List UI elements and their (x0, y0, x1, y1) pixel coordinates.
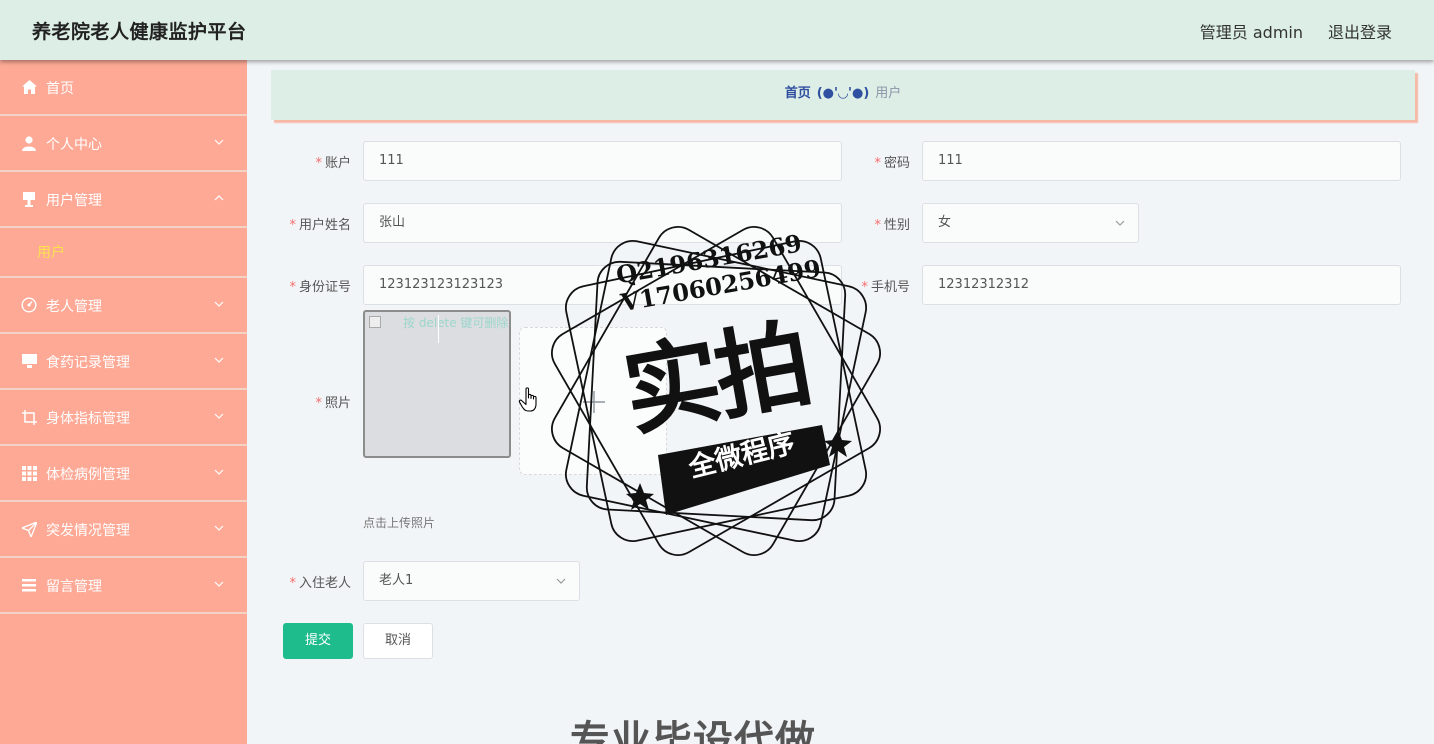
grid-icon (21, 465, 37, 481)
chevron-down-icon (214, 301, 224, 307)
crop-icon (21, 409, 37, 425)
bottom-watermark: 专业毕设代做 (570, 718, 816, 744)
account-label: * 账户 (315, 156, 351, 171)
chevron-down-icon (214, 469, 224, 475)
sidebar-item-profile[interactable]: 个人中心 (0, 116, 247, 172)
elder-select[interactable]: 老人1 (363, 561, 580, 601)
sidebar-item-emergency[interactable]: 突发情况管理 (0, 502, 247, 558)
sidebar-item-label: 首页 (46, 81, 74, 97)
sidebar-item-label: 食药记录管理 (46, 355, 130, 371)
photo-preview[interactable]: 按 delete 键可删除 (363, 310, 511, 458)
delete-hint: 按 delete 键可删除 (403, 316, 509, 330)
sidebar-subitem-user[interactable]: 用户 (0, 228, 247, 278)
cup-icon (21, 191, 37, 207)
required-mark: * (289, 280, 296, 295)
chevron-down-icon (556, 578, 566, 584)
upload-tip: 点击上传照片 (363, 516, 436, 530)
gauge-icon (21, 297, 37, 313)
broken-image-icon (369, 316, 381, 328)
sidebar-item-elder-management[interactable]: 老人管理 (0, 278, 247, 334)
sidebar-item-body-metrics[interactable]: 身体指标管理 (0, 390, 247, 446)
elder-value: 老人1 (379, 573, 414, 588)
photo-label: * 照片 (315, 396, 351, 411)
top-header: 养老院老人健康监护平台 管理员 admin 退出登录 (0, 0, 1434, 60)
password-label: * 密码 (874, 156, 910, 171)
required-mark: * (289, 218, 296, 233)
account-input[interactable]: 111 (363, 141, 842, 181)
submit-button[interactable]: 提交 (283, 623, 353, 659)
user-icon (21, 135, 37, 151)
chevron-down-icon (214, 525, 224, 531)
breadcrumb: 首页 (●'◡'●) 用户 (271, 70, 1415, 120)
text-caret (438, 315, 439, 343)
phone-input[interactable]: 12312312312 (922, 265, 1401, 305)
app-title: 养老院老人健康监护平台 (32, 21, 247, 43)
sidebar-item-label: 留言管理 (46, 579, 102, 595)
elder-label: * 入住老人 (289, 576, 351, 591)
sidebar: 首页 个人中心 用户管理 用户 老人管理 食药记录管理 身体指标管理 体检病例管… (0, 60, 247, 744)
sidebar-item-user-management[interactable]: 用户管理 (0, 172, 247, 228)
sidebar-item-label: 用户管理 (46, 193, 102, 209)
sidebar-item-medical-records[interactable]: 体检病例管理 (0, 446, 247, 502)
sidebar-item-label: 身体指标管理 (46, 411, 130, 427)
required-mark: * (289, 576, 296, 591)
sidebar-item-label: 体检病例管理 (46, 467, 130, 483)
admin-label: 管理员 admin (1199, 23, 1303, 42)
breadcrumb-separator: (●'◡'●) (816, 86, 870, 101)
breadcrumb-current: 用户 (875, 86, 902, 101)
hand-cursor-icon (518, 387, 537, 412)
chevron-down-icon (214, 139, 224, 145)
password-input[interactable]: 111 (922, 141, 1401, 181)
chevron-up-icon (214, 195, 224, 201)
sidebar-subitem-label: 用户 (37, 245, 65, 261)
list-icon (21, 577, 37, 593)
required-mark: * (315, 156, 322, 171)
sidebar-item-label: 个人中心 (46, 137, 102, 153)
gender-value: 女 (938, 215, 952, 230)
sidebar-item-label: 老人管理 (46, 299, 102, 315)
cancel-button[interactable]: 取消 (363, 623, 433, 659)
chevron-down-icon (214, 581, 224, 587)
sidebar-item-food-medicine[interactable]: 食药记录管理 (0, 334, 247, 390)
chevron-down-icon (214, 357, 224, 363)
send-icon (21, 521, 37, 537)
gender-select[interactable]: 女 (922, 203, 1139, 243)
sidebar-item-label: 突发情况管理 (46, 523, 130, 539)
idcard-label: * 身份证号 (289, 280, 351, 295)
required-mark: * (874, 156, 881, 171)
sidebar-item-messages[interactable]: 留言管理 (0, 558, 247, 614)
name-label: * 用户姓名 (289, 218, 351, 233)
required-mark: * (315, 396, 322, 411)
home-icon (21, 79, 37, 95)
sidebar-item-home[interactable]: 首页 (0, 60, 247, 116)
logout-link[interactable]: 退出登录 (1328, 19, 1392, 43)
breadcrumb-home[interactable]: 首页 (785, 86, 811, 101)
chevron-down-icon (214, 413, 224, 419)
monitor-icon (21, 353, 37, 369)
chevron-down-icon (1115, 220, 1125, 226)
